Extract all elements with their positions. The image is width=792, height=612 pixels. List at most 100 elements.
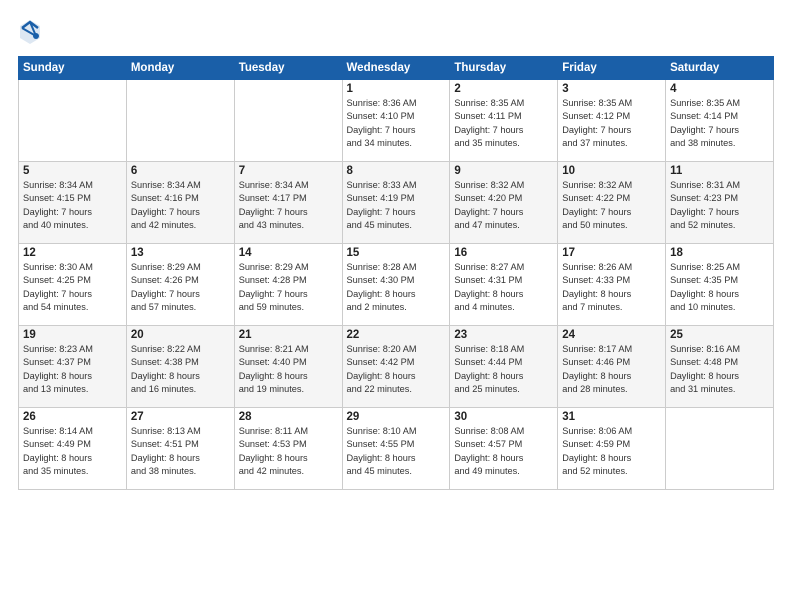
day-info: Sunrise: 8:16 AM Sunset: 4:48 PM Dayligh…	[670, 343, 769, 396]
week-row-3: 19 Sunrise: 8:23 AM Sunset: 4:37 PM Dayli…	[19, 326, 774, 408]
day-number: 12	[23, 247, 122, 259]
day-info: Sunrise: 8:30 AM Sunset: 4:25 PM Dayligh…	[23, 261, 122, 314]
week-row-1: 5 Sunrise: 8:34 AM Sunset: 4:15 PM Daylig…	[19, 162, 774, 244]
day-info: Sunrise: 8:17 AM Sunset: 4:46 PM Dayligh…	[562, 343, 661, 396]
day-number: 31	[562, 411, 661, 423]
day-number: 25	[670, 329, 769, 341]
day-number: 4	[670, 83, 769, 95]
calendar-cell	[19, 80, 127, 162]
day-info: Sunrise: 8:29 AM Sunset: 4:26 PM Dayligh…	[131, 261, 230, 314]
day-info: Sunrise: 8:26 AM Sunset: 4:33 PM Dayligh…	[562, 261, 661, 314]
calendar-cell: 11 Sunrise: 8:31 AM Sunset: 4:23 PM Dayli…	[666, 162, 774, 244]
day-number: 14	[239, 247, 338, 259]
day-info: Sunrise: 8:35 AM Sunset: 4:12 PM Dayligh…	[562, 97, 661, 150]
calendar-cell: 12 Sunrise: 8:30 AM Sunset: 4:25 PM Dayli…	[19, 244, 127, 326]
weekday-sunday: Sunday	[19, 57, 127, 80]
day-number: 27	[131, 411, 230, 423]
calendar-cell	[126, 80, 234, 162]
day-info: Sunrise: 8:28 AM Sunset: 4:30 PM Dayligh…	[347, 261, 446, 314]
page: SundayMondayTuesdayWednesdayThursdayFrid…	[0, 0, 792, 612]
calendar-cell: 24 Sunrise: 8:17 AM Sunset: 4:46 PM Dayli…	[558, 326, 666, 408]
day-number: 21	[239, 329, 338, 341]
week-row-4: 26 Sunrise: 8:14 AM Sunset: 4:49 PM Dayli…	[19, 408, 774, 490]
header	[18, 18, 774, 46]
day-info: Sunrise: 8:35 AM Sunset: 4:11 PM Dayligh…	[454, 97, 553, 150]
calendar-cell: 7Sunrise: 8:34 AM Sunset: 4:17 PM Daylig…	[234, 162, 342, 244]
calendar-cell: 25 Sunrise: 8:16 AM Sunset: 4:48 PM Dayli…	[666, 326, 774, 408]
calendar-cell: 30Sunrise: 8:08 AM Sunset: 4:57 PM Dayli…	[450, 408, 558, 490]
day-info: Sunrise: 8:21 AM Sunset: 4:40 PM Dayligh…	[239, 343, 338, 396]
calendar-cell	[666, 408, 774, 490]
day-number: 13	[131, 247, 230, 259]
day-info: Sunrise: 8:23 AM Sunset: 4:37 PM Dayligh…	[23, 343, 122, 396]
day-info: Sunrise: 8:33 AM Sunset: 4:19 PM Dayligh…	[347, 179, 446, 232]
calendar-cell: 28Sunrise: 8:11 AM Sunset: 4:53 PM Dayli…	[234, 408, 342, 490]
calendar-cell: 19 Sunrise: 8:23 AM Sunset: 4:37 PM Dayli…	[19, 326, 127, 408]
day-info: Sunrise: 8:34 AM Sunset: 4:15 PM Dayligh…	[23, 179, 122, 232]
day-number: 24	[562, 329, 661, 341]
calendar-cell: 3 Sunrise: 8:35 AM Sunset: 4:12 PM Daylig…	[558, 80, 666, 162]
day-number: 3	[562, 83, 661, 95]
day-number: 2	[454, 83, 553, 95]
day-info: Sunrise: 8:27 AM Sunset: 4:31 PM Dayligh…	[454, 261, 553, 314]
calendar-cell: 10 Sunrise: 8:32 AM Sunset: 4:22 PM Dayli…	[558, 162, 666, 244]
weekday-friday: Friday	[558, 57, 666, 80]
day-number: 8	[347, 165, 446, 177]
day-number: 18	[670, 247, 769, 259]
day-number: 17	[562, 247, 661, 259]
day-number: 6	[131, 165, 230, 177]
calendar-cell: 15 Sunrise: 8:28 AM Sunset: 4:30 PM Dayli…	[342, 244, 450, 326]
logo	[18, 18, 46, 46]
day-info: Sunrise: 8:18 AM Sunset: 4:44 PM Dayligh…	[454, 343, 553, 396]
day-info: Sunrise: 8:22 AM Sunset: 4:38 PM Dayligh…	[131, 343, 230, 396]
calendar-cell: 16Sunrise: 8:27 AM Sunset: 4:31 PM Dayli…	[450, 244, 558, 326]
day-info: Sunrise: 8:29 AM Sunset: 4:28 PM Dayligh…	[239, 261, 338, 314]
day-info: Sunrise: 8:14 AM Sunset: 4:49 PM Dayligh…	[23, 425, 122, 478]
day-info: Sunrise: 8:20 AM Sunset: 4:42 PM Dayligh…	[347, 343, 446, 396]
calendar-cell: 8 Sunrise: 8:33 AM Sunset: 4:19 PM Daylig…	[342, 162, 450, 244]
day-info: Sunrise: 8:11 AM Sunset: 4:53 PM Dayligh…	[239, 425, 338, 478]
day-number: 5	[23, 165, 122, 177]
calendar-cell: 9Sunrise: 8:32 AM Sunset: 4:20 PM Daylig…	[450, 162, 558, 244]
week-row-2: 12 Sunrise: 8:30 AM Sunset: 4:25 PM Dayli…	[19, 244, 774, 326]
week-row-0: 1 Sunrise: 8:36 AM Sunset: 4:10 PM Daylig…	[19, 80, 774, 162]
calendar-cell: 1 Sunrise: 8:36 AM Sunset: 4:10 PM Daylig…	[342, 80, 450, 162]
day-info: Sunrise: 8:35 AM Sunset: 4:14 PM Dayligh…	[670, 97, 769, 150]
day-number: 22	[347, 329, 446, 341]
calendar-cell: 31 Sunrise: 8:06 AM Sunset: 4:59 PM Dayli…	[558, 408, 666, 490]
day-info: Sunrise: 8:32 AM Sunset: 4:22 PM Dayligh…	[562, 179, 661, 232]
weekday-header-row: SundayMondayTuesdayWednesdayThursdayFrid…	[19, 57, 774, 80]
day-info: Sunrise: 8:10 AM Sunset: 4:55 PM Dayligh…	[347, 425, 446, 478]
day-number: 15	[347, 247, 446, 259]
calendar-cell: 29 Sunrise: 8:10 AM Sunset: 4:55 PM Dayli…	[342, 408, 450, 490]
weekday-wednesday: Wednesday	[342, 57, 450, 80]
day-number: 30	[454, 411, 553, 423]
logo-icon	[18, 18, 42, 46]
weekday-tuesday: Tuesday	[234, 57, 342, 80]
day-number: 1	[347, 83, 446, 95]
calendar-cell: 22 Sunrise: 8:20 AM Sunset: 4:42 PM Dayli…	[342, 326, 450, 408]
weekday-thursday: Thursday	[450, 57, 558, 80]
day-number: 26	[23, 411, 122, 423]
day-number: 19	[23, 329, 122, 341]
weekday-monday: Monday	[126, 57, 234, 80]
day-info: Sunrise: 8:34 AM Sunset: 4:17 PM Dayligh…	[239, 179, 338, 232]
day-number: 10	[562, 165, 661, 177]
calendar-cell: 27 Sunrise: 8:13 AM Sunset: 4:51 PM Dayli…	[126, 408, 234, 490]
day-info: Sunrise: 8:31 AM Sunset: 4:23 PM Dayligh…	[670, 179, 769, 232]
day-number: 11	[670, 165, 769, 177]
day-number: 29	[347, 411, 446, 423]
day-number: 23	[454, 329, 553, 341]
day-info: Sunrise: 8:06 AM Sunset: 4:59 PM Dayligh…	[562, 425, 661, 478]
calendar-cell: 20 Sunrise: 8:22 AM Sunset: 4:38 PM Dayli…	[126, 326, 234, 408]
calendar: SundayMondayTuesdayWednesdayThursdayFrid…	[18, 56, 774, 490]
calendar-cell: 14 Sunrise: 8:29 AM Sunset: 4:28 PM Dayli…	[234, 244, 342, 326]
calendar-cell: 4 Sunrise: 8:35 AM Sunset: 4:14 PM Daylig…	[666, 80, 774, 162]
day-number: 20	[131, 329, 230, 341]
day-info: Sunrise: 8:13 AM Sunset: 4:51 PM Dayligh…	[131, 425, 230, 478]
day-info: Sunrise: 8:34 AM Sunset: 4:16 PM Dayligh…	[131, 179, 230, 232]
weekday-saturday: Saturday	[666, 57, 774, 80]
day-info: Sunrise: 8:32 AM Sunset: 4:20 PM Dayligh…	[454, 179, 553, 232]
calendar-cell: 2 Sunrise: 8:35 AM Sunset: 4:11 PM Daylig…	[450, 80, 558, 162]
day-info: Sunrise: 8:36 AM Sunset: 4:10 PM Dayligh…	[347, 97, 446, 150]
